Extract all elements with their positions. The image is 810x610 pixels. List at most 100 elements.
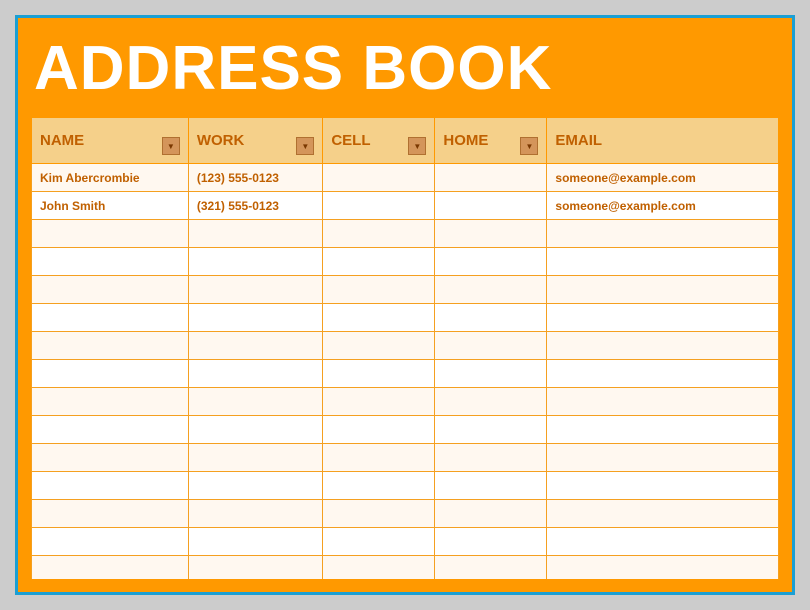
- table-row[interactable]: Kim Abercrombie(123) 555-0123 someone@exa…: [32, 164, 779, 192]
- table-row[interactable]: John Smith(321) 555-0123 someone@example.…: [32, 192, 779, 220]
- cell-name[interactable]: Kim Abercrombie: [32, 164, 189, 192]
- cell-home[interactable]: [435, 304, 547, 332]
- table-row[interactable]: [32, 332, 779, 360]
- cell-cell[interactable]: [323, 528, 435, 556]
- table-row[interactable]: [32, 276, 779, 304]
- work-dropdown-button[interactable]: [296, 137, 314, 155]
- cell-name[interactable]: [32, 528, 189, 556]
- table-row[interactable]: [32, 248, 779, 276]
- cell-work[interactable]: [188, 220, 322, 248]
- cell-email[interactable]: [547, 304, 779, 332]
- cell-home[interactable]: [435, 220, 547, 248]
- cell-email[interactable]: [547, 332, 779, 360]
- cell-name[interactable]: [32, 388, 189, 416]
- cell-dropdown-button[interactable]: [408, 137, 426, 155]
- cell-work[interactable]: [188, 444, 322, 472]
- cell-email[interactable]: [547, 416, 779, 444]
- cell-cell[interactable]: [323, 332, 435, 360]
- cell-home[interactable]: [435, 472, 547, 500]
- cell-cell[interactable]: [323, 276, 435, 304]
- col-header-email: EMAIL: [547, 118, 779, 164]
- cell-name[interactable]: [32, 276, 189, 304]
- cell-home[interactable]: [435, 556, 547, 581]
- cell-cell[interactable]: [323, 500, 435, 528]
- cell-name[interactable]: [32, 472, 189, 500]
- cell-work[interactable]: [188, 556, 322, 581]
- table-row[interactable]: [32, 304, 779, 332]
- cell-work[interactable]: [188, 500, 322, 528]
- cell-email[interactable]: [547, 388, 779, 416]
- table-row[interactable]: [32, 220, 779, 248]
- cell-cell[interactable]: [323, 556, 435, 581]
- table-row[interactable]: [32, 500, 779, 528]
- cell-work[interactable]: [188, 528, 322, 556]
- cell-name[interactable]: [32, 556, 189, 581]
- cell-name[interactable]: [32, 416, 189, 444]
- cell-work[interactable]: [188, 388, 322, 416]
- cell-cell[interactable]: [323, 164, 435, 192]
- cell-work[interactable]: [188, 416, 322, 444]
- address-table: NAME WORK CELL: [31, 117, 779, 580]
- cell-cell[interactable]: [323, 416, 435, 444]
- cell-name[interactable]: [32, 304, 189, 332]
- cell-work[interactable]: [188, 360, 322, 388]
- cell-cell[interactable]: [323, 248, 435, 276]
- table-row[interactable]: [32, 388, 779, 416]
- table-header-row: NAME WORK CELL: [32, 118, 779, 164]
- cell-email[interactable]: [547, 528, 779, 556]
- cell-work[interactable]: [188, 332, 322, 360]
- cell-cell[interactable]: [323, 444, 435, 472]
- cell-work[interactable]: [188, 472, 322, 500]
- table-wrapper: NAME WORK CELL: [30, 116, 780, 580]
- table-row[interactable]: [32, 472, 779, 500]
- cell-home[interactable]: [435, 192, 547, 220]
- cell-name[interactable]: [32, 332, 189, 360]
- cell-name[interactable]: [32, 220, 189, 248]
- cell-cell[interactable]: [323, 360, 435, 388]
- cell-cell[interactable]: [323, 220, 435, 248]
- col-header-name: NAME: [32, 118, 189, 164]
- name-dropdown-button[interactable]: [162, 137, 180, 155]
- cell-cell[interactable]: [323, 472, 435, 500]
- cell-email[interactable]: [547, 444, 779, 472]
- cell-home[interactable]: [435, 388, 547, 416]
- cell-work[interactable]: [188, 248, 322, 276]
- cell-cell[interactable]: [323, 304, 435, 332]
- cell-work[interactable]: (321) 555-0123: [188, 192, 322, 220]
- cell-name[interactable]: [32, 248, 189, 276]
- table-row[interactable]: [32, 556, 779, 581]
- cell-email[interactable]: someone@example.com: [547, 164, 779, 192]
- cell-name[interactable]: John Smith: [32, 192, 189, 220]
- cell-home[interactable]: [435, 164, 547, 192]
- cell-name[interactable]: [32, 444, 189, 472]
- cell-email[interactable]: [547, 500, 779, 528]
- table-row[interactable]: [32, 360, 779, 388]
- cell-name[interactable]: [32, 500, 189, 528]
- cell-work[interactable]: [188, 304, 322, 332]
- cell-work[interactable]: [188, 276, 322, 304]
- cell-home[interactable]: [435, 360, 547, 388]
- cell-cell[interactable]: [323, 192, 435, 220]
- cell-home[interactable]: [435, 248, 547, 276]
- cell-name[interactable]: [32, 360, 189, 388]
- cell-email[interactable]: [547, 248, 779, 276]
- cell-home[interactable]: [435, 276, 547, 304]
- cell-home[interactable]: [435, 332, 547, 360]
- home-dropdown-button[interactable]: [520, 137, 538, 155]
- cell-home[interactable]: [435, 444, 547, 472]
- cell-email[interactable]: [547, 220, 779, 248]
- cell-email[interactable]: [547, 276, 779, 304]
- cell-home[interactable]: [435, 500, 547, 528]
- table-row[interactable]: [32, 444, 779, 472]
- table-row[interactable]: [32, 528, 779, 556]
- cell-email[interactable]: [547, 472, 779, 500]
- cell-home[interactable]: [435, 416, 547, 444]
- cell-email[interactable]: someone@example.com: [547, 192, 779, 220]
- cell-email[interactable]: [547, 360, 779, 388]
- cell-email[interactable]: [547, 556, 779, 581]
- cell-home[interactable]: [435, 528, 547, 556]
- table-row[interactable]: [32, 416, 779, 444]
- cell-work[interactable]: (123) 555-0123: [188, 164, 322, 192]
- cell-cell[interactable]: [323, 388, 435, 416]
- table-body: Kim Abercrombie(123) 555-0123 someone@exa…: [32, 164, 779, 581]
